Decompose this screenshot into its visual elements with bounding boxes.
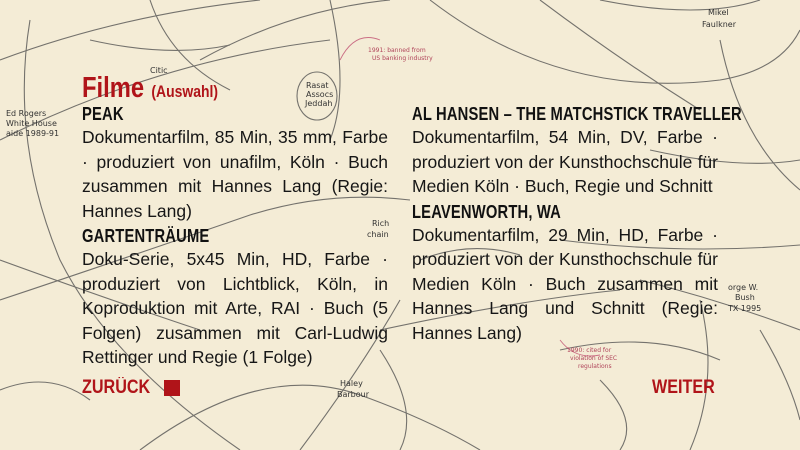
note-banned-2: US banking industry bbox=[372, 55, 433, 62]
page-title: Filme (Auswahl) bbox=[82, 68, 218, 105]
films-column-left: PEAK Dokumentarfilm, 85 Min, 35 mm, Farb… bbox=[82, 103, 388, 372]
note-tx: TX 1995 bbox=[727, 304, 761, 313]
next-button[interactable]: WEITER bbox=[652, 376, 726, 400]
film-entry-al-hansen: AL HANSEN – THE MATCHSTICK TRAVELLER Dok… bbox=[412, 103, 742, 199]
stop-square-icon[interactable] bbox=[164, 380, 181, 396]
title-main: Filme bbox=[82, 72, 145, 104]
film-title: GARTENTRÄUME bbox=[82, 226, 210, 246]
note-ed-rogers: Ed Rogers bbox=[6, 109, 46, 118]
film-description: Dokumentarfilm, 54 Min, DV, Farbe · prod… bbox=[412, 127, 718, 196]
note-mikel: Mikel bbox=[708, 8, 729, 17]
film-entry-leavenworth: LEAVENWORTH, WA Dokumentarfilm, 29 Min, … bbox=[412, 201, 718, 346]
note-cited-3: regulations bbox=[578, 363, 612, 370]
note-george: orge W. bbox=[728, 283, 758, 292]
note-haley: Haley bbox=[340, 379, 363, 388]
note-barbour: Barbour bbox=[337, 390, 370, 399]
film-title: PEAK bbox=[82, 104, 124, 124]
note-banned-1: 1991: banned from bbox=[368, 47, 426, 54]
film-title: AL HANSEN – THE MATCHSTICK TRAVELLER bbox=[412, 104, 742, 124]
note-rasat: Rasat bbox=[306, 81, 329, 90]
film-entry-gartentraeume: GARTENTRÄUME Doku-Serie, 5x45 Min, HD, F… bbox=[82, 225, 388, 370]
film-description: Dokumentarfilm, 85 Min, 35 mm, Farbe · p… bbox=[82, 127, 388, 221]
film-description: Doku-Serie, 5x45 Min, HD, Farbe · produz… bbox=[82, 249, 388, 367]
note-aide: aide 1989-91 bbox=[6, 129, 59, 138]
back-label[interactable]: ZURÜCK bbox=[82, 377, 150, 399]
note-cited-1: 1990: cited for bbox=[567, 347, 612, 354]
films-column-right: AL HANSEN – THE MATCHSTICK TRAVELLER Dok… bbox=[412, 103, 742, 347]
note-bush: Bush bbox=[735, 293, 755, 302]
title-subtitle: (Auswahl) bbox=[151, 82, 219, 101]
film-entry-peak: PEAK Dokumentarfilm, 85 Min, 35 mm, Farb… bbox=[82, 103, 388, 223]
note-white-house: White House bbox=[6, 119, 57, 128]
note-faulkner: Faulkner bbox=[702, 20, 737, 29]
film-title: LEAVENWORTH, WA bbox=[412, 201, 561, 222]
note-cited-2: violation of SEC bbox=[570, 355, 617, 362]
next-label[interactable]: WEITER bbox=[652, 377, 715, 399]
film-description: Dokumentarfilm, 29 Min, HD, Farbe · prod… bbox=[412, 224, 718, 343]
note-assocs: Assocs bbox=[306, 90, 333, 99]
back-button[interactable]: ZURÜCK bbox=[82, 376, 181, 400]
